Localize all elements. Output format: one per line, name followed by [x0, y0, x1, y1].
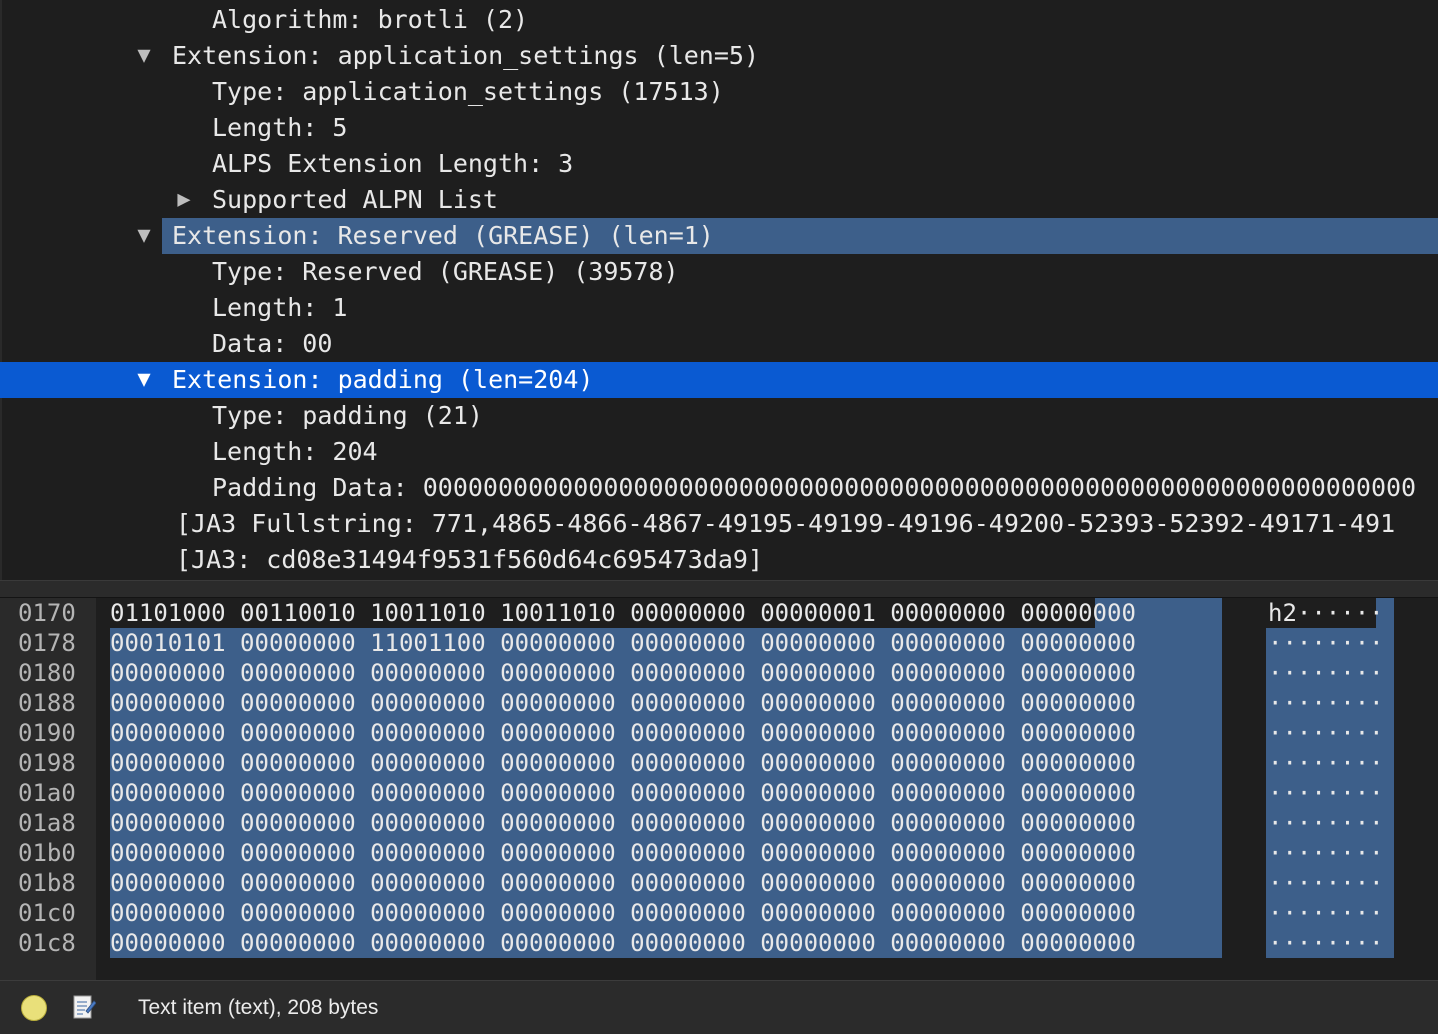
tree-row-label: Extension: padding (len=204): [172, 365, 594, 394]
tree-row[interactable]: Type: Reserved (GREASE) (39578): [0, 254, 1438, 290]
byte-bits[interactable]: 00000000 00000000 00000000 00000000 0000…: [110, 838, 1136, 868]
tree-row[interactable]: [JA3 Fullstring: 771,4865-4866-4867-4919…: [0, 506, 1438, 542]
tree-row-label: [JA3: cd08e31494f9531f560d64c695473da9]: [176, 545, 763, 574]
byte-offset: 0198: [18, 749, 76, 777]
tree-row-label: Type: padding (21): [212, 401, 483, 430]
expanded-disclosure-icon[interactable]: ▼: [132, 218, 156, 254]
tree-row[interactable]: Algorithm: brotli (2): [0, 2, 1438, 38]
tree-row[interactable]: Type: application_settings (17513): [0, 74, 1438, 110]
byte-offset: 0170: [18, 599, 76, 627]
tree-row[interactable]: Type: padding (21): [0, 398, 1438, 434]
byte-ascii[interactable]: ········: [1268, 748, 1384, 778]
tree-row[interactable]: Length: 1: [0, 290, 1438, 326]
byte-bits[interactable]: 01101000 00110010 10011010 10011010 0000…: [110, 598, 1136, 628]
byte-bits[interactable]: 00010101 00000000 11001100 00000000 0000…: [110, 628, 1136, 658]
byte-ascii[interactable]: ········: [1268, 688, 1384, 718]
byte-bits[interactable]: 00000000 00000000 00000000 00000000 0000…: [110, 748, 1136, 778]
byte-ascii[interactable]: ········: [1268, 928, 1384, 958]
byte-bits[interactable]: 00000000 00000000 00000000 00000000 0000…: [110, 898, 1136, 928]
tree-row-label: Extension: application_settings (len=5): [172, 41, 759, 70]
tree-row-label: Length: 1: [212, 293, 348, 322]
byte-bits[interactable]: 00000000 00000000 00000000 00000000 0000…: [110, 658, 1136, 688]
byte-bits[interactable]: 00000000 00000000 00000000 00000000 0000…: [110, 868, 1136, 898]
tree-row-label: Algorithm: brotli (2): [212, 5, 529, 34]
tree-row[interactable]: Padding Data: 00000000000000000000000000…: [0, 470, 1438, 506]
tree-row[interactable]: Length: 5: [0, 110, 1438, 146]
byte-offset: 0178: [18, 629, 76, 657]
byte-ascii[interactable]: h2······: [1268, 598, 1384, 628]
tree-row[interactable]: ▶ Supported ALPN List: [0, 182, 1438, 218]
byte-offset: 0190: [18, 719, 76, 747]
byte-offset: 01a8: [18, 809, 76, 837]
byte-bits[interactable]: 00000000 00000000 00000000 00000000 0000…: [110, 778, 1136, 808]
byte-ascii[interactable]: ········: [1268, 808, 1384, 838]
tree-row-label: Type: Reserved (GREASE) (39578): [212, 257, 679, 286]
expert-info-indicator-icon[interactable]: [21, 995, 47, 1021]
byte-offset: 0188: [18, 689, 76, 717]
tree-row[interactable]: Data: 00: [0, 326, 1438, 362]
tree-row-label: Length: 204: [212, 437, 378, 466]
tree-row[interactable]: Length: 204: [0, 434, 1438, 470]
tree-row-label: Padding Data: 00000000000000000000000000…: [212, 473, 1417, 502]
byte-bits[interactable]: 00000000 00000000 00000000 00000000 0000…: [110, 928, 1136, 958]
byte-ascii[interactable]: ········: [1268, 658, 1384, 688]
byte-offset: 01a0: [18, 779, 76, 807]
byte-offset: 01c8: [18, 929, 76, 957]
byte-ascii[interactable]: ········: [1268, 718, 1384, 748]
byte-bits[interactable]: 00000000 00000000 00000000 00000000 0000…: [110, 688, 1136, 718]
tree-row-label: Supported ALPN List: [212, 185, 498, 214]
byte-offset: 0180: [18, 659, 76, 687]
collapsed-disclosure-icon[interactable]: ▶: [172, 182, 196, 218]
tree-row-label: ALPS Extension Length: 3: [212, 149, 574, 178]
byte-bits[interactable]: 00000000 00000000 00000000 00000000 0000…: [110, 718, 1136, 748]
byte-ascii[interactable]: ········: [1268, 838, 1384, 868]
tree-row[interactable]: ▼ Extension: Reserved (GREASE) (len=1): [0, 218, 1438, 254]
expanded-disclosure-icon[interactable]: ▼: [132, 362, 156, 398]
byte-offset: 01b8: [18, 869, 76, 897]
byte-offset: 01b0: [18, 839, 76, 867]
tree-row[interactable]: ▼ Extension: application_settings (len=5): [0, 38, 1438, 74]
expanded-disclosure-icon[interactable]: ▼: [132, 38, 156, 74]
byte-offset: 01c0: [18, 899, 76, 927]
byte-ascii[interactable]: ········: [1268, 778, 1384, 808]
byte-ascii[interactable]: ········: [1268, 868, 1384, 898]
packet-details-tree[interactable]: Algorithm: brotli (2) ▼ Extension: applica…: [0, 0, 1438, 580]
tree-row[interactable]: ▼ Extension: padding (len=204): [0, 362, 1438, 398]
status-text: Text item (text), 208 bytes: [138, 996, 379, 1019]
tree-row-label: [JA3 Fullstring: 771,4865-4866-4867-4919…: [176, 509, 1396, 538]
pane-splitter[interactable]: [0, 580, 1438, 598]
tree-row-label: Extension: Reserved (GREASE) (len=1): [172, 221, 714, 250]
tree-row-label: Data: 00: [212, 329, 333, 358]
capture-comment-icon[interactable]: [72, 993, 96, 1021]
tree-row-label: Length: 5: [212, 113, 348, 142]
packet-bytes-pane[interactable]: 0170 01101000 00110010 10011010 10011010 …: [0, 598, 1438, 980]
tree-row-label: Type: application_settings (17513): [212, 77, 724, 106]
tree-row[interactable]: [JA3: cd08e31494f9531f560d64c695473da9]: [0, 542, 1438, 578]
byte-ascii[interactable]: ········: [1268, 898, 1384, 928]
byte-bits[interactable]: 00000000 00000000 00000000 00000000 0000…: [110, 808, 1136, 838]
tree-row[interactable]: ALPS Extension Length: 3: [0, 146, 1438, 182]
byte-ascii[interactable]: ········: [1268, 628, 1384, 658]
status-bar: Text item (text), 208 bytes: [0, 980, 1438, 1034]
